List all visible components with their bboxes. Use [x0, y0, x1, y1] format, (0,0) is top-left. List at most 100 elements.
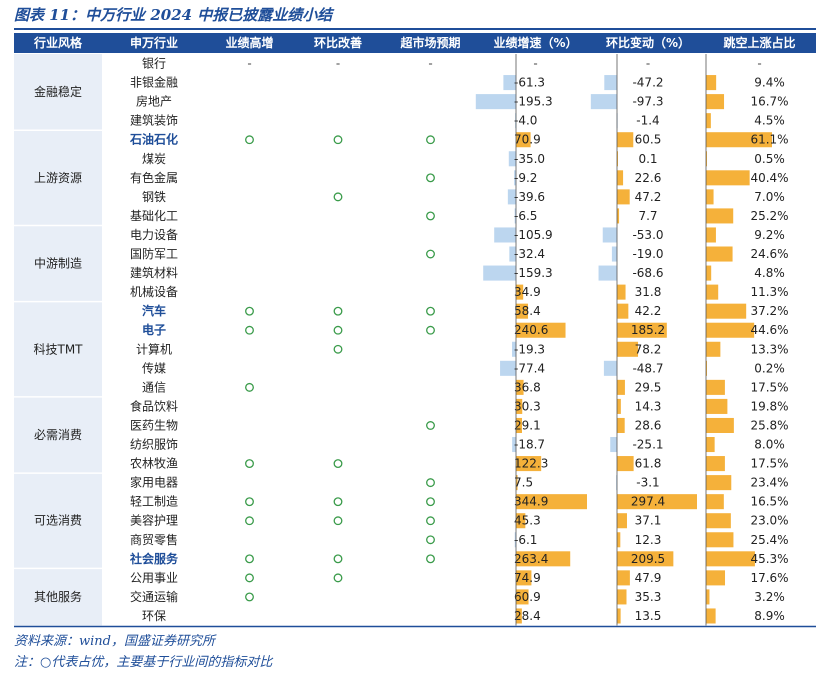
column-header: 行业风格	[33, 35, 83, 50]
gap-up-bar	[706, 379, 725, 395]
gap-up-value: 45.3%	[750, 552, 788, 566]
qoq-value: 47.2	[635, 190, 662, 204]
gap-up-value: -	[757, 57, 761, 71]
advantage-mark-icon	[245, 573, 254, 583]
growth-value: 60.9	[514, 590, 541, 604]
advantage-mark-icon	[426, 173, 435, 183]
gap-up-bar	[706, 170, 750, 186]
industry-name: 基础化工	[130, 209, 178, 223]
industry-name: 电子	[142, 322, 166, 337]
industry-name: 钢铁	[142, 190, 166, 204]
qoq-bar	[617, 303, 629, 319]
column-header: 跳空上涨占比	[723, 35, 795, 50]
growth-value: -39.6	[514, 190, 545, 204]
group-label: 科技TMT	[33, 342, 83, 356]
industry-name: 美容护理	[130, 513, 178, 528]
growth-value: -35.0	[514, 152, 545, 166]
gap-up-value: 37.2%	[750, 304, 788, 318]
qoq-bar	[617, 417, 625, 433]
gap-up-bar	[706, 494, 724, 510]
gap-up-value: 4.5%	[754, 114, 785, 128]
qoq-value: -3.1	[636, 476, 659, 490]
industry-name: 家用电器	[130, 475, 178, 490]
column-header: 业绩高增	[225, 35, 273, 50]
gap-up-value: 8.9%	[754, 609, 785, 623]
qoq-bar	[610, 437, 617, 453]
qoq-value: 47.9	[635, 571, 662, 585]
growth-value: 30.3	[514, 399, 541, 413]
gap-up-value: 23.4%	[750, 476, 788, 490]
gap-up-value: 9.4%	[754, 76, 785, 90]
industry-name: 非银金融	[130, 75, 178, 90]
gap-up-bar	[706, 265, 712, 281]
growth-value: -159.3	[514, 266, 553, 280]
group-label: 金融稳定	[34, 84, 82, 99]
advantage-mark-icon	[333, 192, 343, 202]
column-header: 申万行业	[130, 35, 178, 50]
advantage-mark-icon	[333, 306, 343, 316]
gap-up-value: 23.0%	[750, 514, 788, 528]
advantage-mark-icon	[245, 554, 254, 564]
advantage-mark-icon	[426, 135, 435, 145]
qoq-value: 209.5	[631, 552, 665, 566]
qoq-value: -19.0	[632, 247, 663, 261]
gap-up-bar	[706, 608, 716, 624]
qoq-value: 29.5	[635, 380, 662, 394]
advantage-mark-icon	[245, 592, 254, 602]
gap-up-bar	[706, 189, 714, 205]
qoq-value: 12.3	[635, 533, 662, 547]
gap-up-value: 19.8%	[750, 399, 788, 413]
advantage-mark-icon	[333, 573, 343, 583]
qoq-bar	[604, 75, 617, 91]
advantage-mark-icon	[426, 554, 435, 564]
growth-value: 263.4	[514, 552, 548, 566]
growth-value: 28.4	[514, 609, 541, 623]
qoq-value: 0.1	[638, 152, 657, 166]
gap-up-bar	[706, 398, 728, 414]
results-table: 行业风格 申万行业 业绩高增 环比改善 超市场预期 业绩增速（%） 环比变动（%） 跳空上涨占…	[14, 33, 816, 628]
growth-value: 58.4	[514, 304, 541, 318]
advantage-mark-icon	[426, 478, 435, 488]
gap-up-bar	[706, 208, 734, 224]
gap-up-value: 7.0%	[754, 190, 785, 204]
advantage-mark-icon	[426, 325, 435, 335]
growth-value: -32.4	[514, 247, 545, 261]
gap-up-value: 13.3%	[750, 342, 788, 356]
gap-up-bar	[706, 437, 715, 453]
group-label: 中游制造	[34, 256, 82, 271]
growth-value: 74.9	[514, 571, 541, 585]
qoq-value: 7.7	[638, 209, 657, 223]
gap-up-value: 25.4%	[750, 533, 788, 547]
industry-name: 煤炭	[142, 152, 166, 166]
industry-name: 社会服务	[129, 551, 179, 566]
gap-up-bar	[706, 456, 725, 472]
column-header: 环比变动（%）	[606, 35, 690, 50]
qoq-bar	[617, 170, 624, 186]
growth-value: 36.8	[514, 380, 541, 394]
growth-value: 45.3	[514, 514, 541, 528]
gap-up-bar	[706, 341, 721, 357]
industry-name: 农林牧渔	[130, 457, 178, 471]
growth-value: -19.3	[514, 342, 545, 356]
industry-name: 轻工制造	[130, 495, 178, 509]
empty-dash: -	[428, 57, 432, 71]
industry-name: 建筑装饰	[130, 113, 178, 128]
qoq-value: -	[646, 57, 650, 71]
advantage-mark-icon	[333, 135, 343, 145]
qoq-bar	[617, 570, 630, 586]
gap-up-bar	[706, 475, 732, 491]
industry-name: 电力设备	[130, 228, 178, 242]
industry-name: 商贸零售	[130, 532, 178, 547]
gap-up-value: 17.5%	[750, 457, 788, 471]
source-note: 资料来源：wind，国盛证券研究所	[14, 634, 215, 649]
gap-up-value: 44.6%	[750, 323, 788, 337]
gap-up-bar	[706, 417, 734, 433]
qoq-bar	[590, 94, 617, 110]
industry-name: 国防军工	[130, 246, 178, 261]
industry-name: 传媒	[142, 360, 166, 375]
column-header: 环比改善	[314, 35, 362, 50]
advantage-mark-icon	[333, 344, 343, 354]
qoq-bar	[602, 227, 617, 243]
qoq-bar	[617, 513, 627, 529]
growth-value: -195.3	[514, 95, 553, 109]
